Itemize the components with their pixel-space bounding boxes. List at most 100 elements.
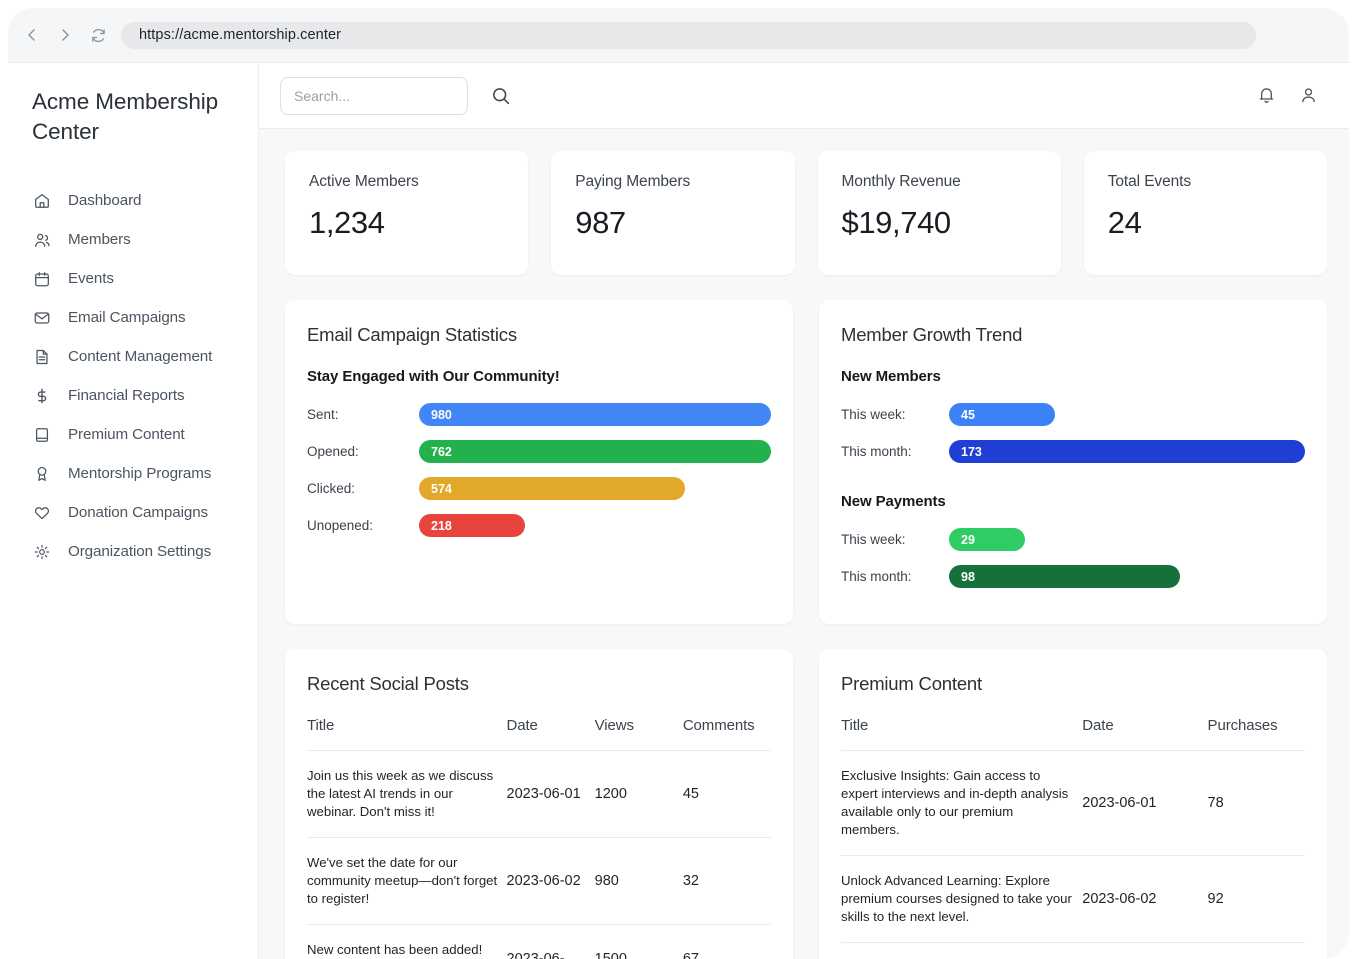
bar-value: 29	[949, 528, 1025, 551]
main-area: Active Members 1,234 Paying Members 987 …	[259, 63, 1349, 959]
user-icon[interactable]	[1293, 81, 1323, 111]
column-header-views: Views	[594, 717, 634, 734]
calendar-icon	[32, 269, 52, 289]
sidebar-item-financial-reports[interactable]: Financial Reports	[8, 376, 258, 415]
content-purchases: 78	[1207, 750, 1305, 856]
sidebar-item-label: Premium Content	[68, 426, 185, 443]
search-input[interactable]	[280, 76, 468, 115]
post-views: 980	[594, 837, 683, 925]
bar-track: 762	[419, 440, 771, 463]
url-text: https://acme.mentorship.center	[139, 27, 342, 43]
bar-row-new-members-week: This week: 45	[841, 399, 1305, 430]
forward-button[interactable]	[55, 24, 75, 46]
stat-value: 1,234	[309, 205, 385, 240]
bar-label: Opened:	[307, 444, 359, 459]
browser-chrome: https://acme.mentorship.center	[8, 8, 1349, 63]
stat-card-paying-members: Paying Members 987	[551, 151, 795, 275]
bar-value: 574	[419, 477, 685, 500]
post-views: 1200	[594, 750, 683, 838]
stat-label: Monthly Revenue	[841, 173, 961, 190]
sidebar-item-label: Members	[68, 231, 131, 248]
bar-row-unopened: Unopened: 218	[307, 510, 771, 541]
sidebar-item-label: Content Management	[68, 348, 213, 365]
stat-card-total-events: Total Events 24	[1083, 151, 1327, 275]
sidebar: Acme Membership Center Dashboard Members	[8, 63, 259, 959]
member-growth-trend-panel: Member Growth Trend New Members This wee…	[819, 300, 1327, 624]
heart-icon	[32, 503, 52, 523]
sidebar-item-content-management[interactable]: Content Management	[8, 337, 258, 376]
content-date: 2023-06-01	[1082, 750, 1208, 856]
sidebar-item-events[interactable]: Events	[8, 259, 258, 298]
post-date: 2023-06-02	[506, 837, 595, 925]
post-title: Join us this week as we discuss the late…	[307, 750, 507, 838]
sidebar-item-mentorship-programs[interactable]: Mentorship Programs	[8, 454, 258, 493]
table-header-row: Title Date Purchases	[841, 717, 1305, 751]
table-row: Unlock Advanced Learning: Explore premiu…	[841, 855, 1305, 943]
panel-title: Member Growth Trend	[841, 324, 1023, 345]
users-icon	[32, 230, 52, 250]
sidebar-item-label: Mentorship Programs	[68, 465, 212, 482]
content-title: Special Resources: Download exclusive te…	[841, 942, 1083, 959]
bar-track: 45	[949, 403, 1305, 426]
bar-row-new-members-month: This month: 173	[841, 436, 1305, 467]
app-title: Acme Membership Center	[32, 89, 219, 144]
bar-value: 45	[949, 403, 1056, 426]
table-row: New content has been added! Explore the …	[307, 924, 771, 959]
post-comments: 67	[682, 924, 771, 959]
bar-label: Clicked:	[307, 481, 356, 496]
table-row: We've set the date for our community mee…	[307, 837, 771, 925]
sidebar-item-donation-campaigns[interactable]: Donation Campaigns	[8, 493, 258, 532]
content-purchases: 105	[1207, 942, 1305, 959]
bar-label: This month:	[841, 569, 912, 584]
stat-value: 987	[575, 205, 626, 240]
bar-row-opened: Opened: 762	[307, 436, 771, 467]
app-shell: Acme Membership Center Dashboard Members	[8, 63, 1349, 959]
bar-value: 98	[949, 565, 1181, 588]
sidebar-item-premium-content[interactable]: Premium Content	[8, 415, 258, 454]
bar-label: This week:	[841, 532, 906, 547]
post-title: We've set the date for our community mee…	[307, 837, 507, 925]
sidebar-item-email-campaigns[interactable]: Email Campaigns	[8, 298, 258, 337]
search-icon[interactable]	[486, 81, 516, 111]
panel-title: Premium Content	[841, 673, 982, 694]
bell-icon[interactable]	[1251, 81, 1281, 111]
stat-label: Total Events	[1107, 173, 1191, 190]
sidebar-item-label: Organization Settings	[68, 543, 212, 560]
panel-subtitle: Stay Engaged with Our Community!	[307, 368, 560, 385]
content-title: Unlock Advanced Learning: Explore premiu…	[841, 855, 1083, 943]
stat-card-monthly-revenue: Monthly Revenue $19,740	[817, 151, 1061, 275]
content-date: 2023-06-02	[1082, 855, 1208, 943]
reload-button[interactable]	[88, 24, 108, 46]
home-icon	[32, 191, 52, 211]
sidebar-item-label: Email Campaigns	[68, 309, 186, 326]
post-date: 2023-06-01	[506, 750, 595, 838]
sidebar-item-members[interactable]: Members	[8, 220, 258, 259]
dollar-icon	[32, 386, 52, 406]
bar-track: 173	[949, 440, 1305, 463]
bar-track: 29	[949, 528, 1305, 551]
book-icon	[32, 425, 52, 445]
address-bar[interactable]: https://acme.mentorship.center	[121, 21, 1256, 49]
sidebar-item-dashboard[interactable]: Dashboard	[8, 181, 258, 220]
column-header-title: Title	[307, 717, 335, 734]
bar-track: 218	[419, 514, 771, 537]
sidebar-item-label: Events	[68, 270, 114, 287]
bar-track: 980	[419, 403, 771, 426]
bar-row-new-payments-month: This month: 98	[841, 561, 1305, 592]
panel-title: Email Campaign Statistics	[307, 324, 517, 345]
stat-value: $19,740	[841, 205, 952, 240]
sidebar-item-label: Dashboard	[68, 192, 142, 209]
premium-content-table: Title Date Purchases Exclusive Insights:…	[841, 717, 1305, 959]
content-date: 2023-06-	[1082, 942, 1208, 959]
back-button[interactable]	[22, 24, 42, 46]
top-bar	[259, 63, 1349, 129]
stat-value: 24	[1107, 205, 1142, 240]
group-label-new-payments: New Payments	[841, 493, 946, 510]
bar-value: 218	[419, 514, 525, 537]
sidebar-item-organization-settings[interactable]: Organization Settings	[8, 532, 258, 571]
post-date: 2023-06-	[506, 924, 595, 959]
post-title: New content has been added! Explore the	[307, 924, 507, 959]
post-views: 1500	[594, 924, 683, 959]
email-campaign-statistics-panel: Email Campaign Statistics Stay Engaged w…	[285, 300, 793, 624]
gear-icon	[32, 542, 52, 562]
